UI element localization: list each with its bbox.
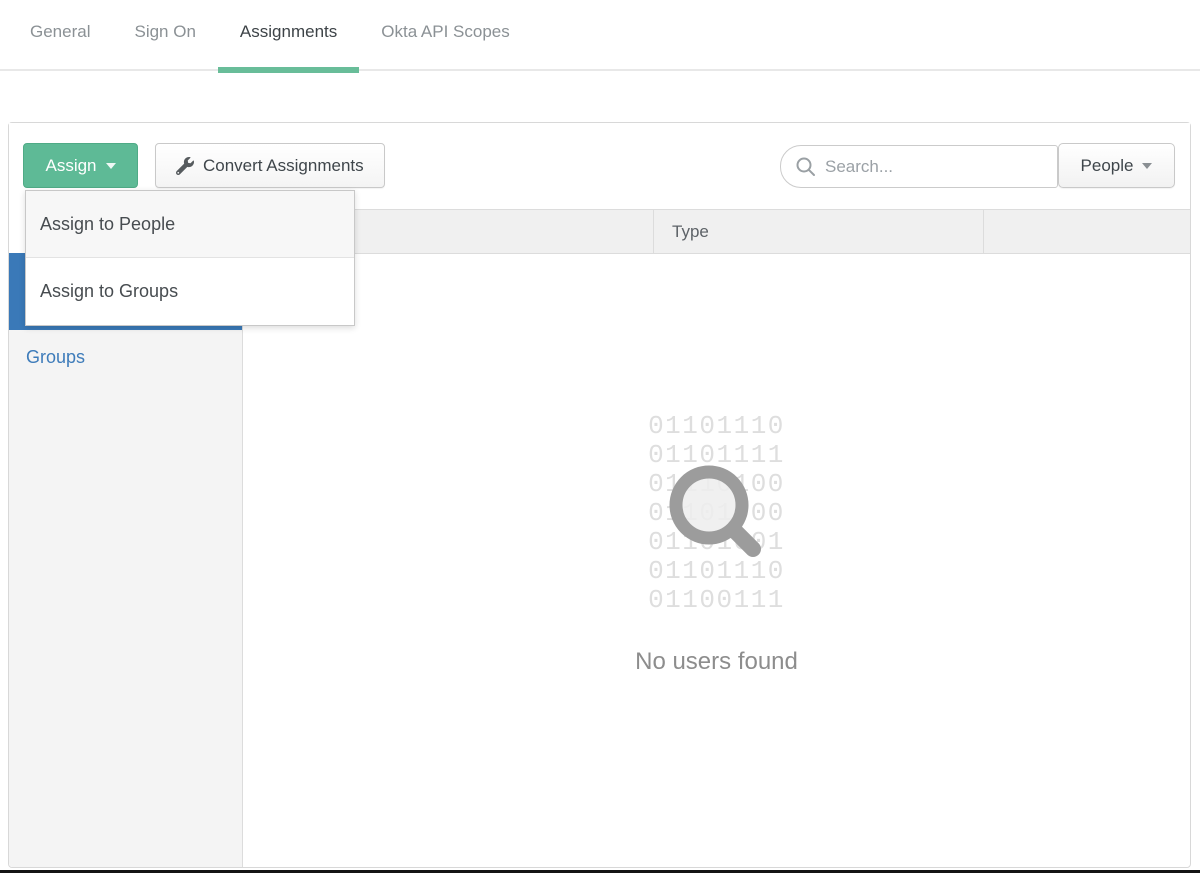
convert-assignments-label: Convert Assignments <box>203 156 364 176</box>
assign-button-label: Assign <box>45 156 96 176</box>
tab-okta-api-scopes[interactable]: Okta API Scopes <box>359 0 532 69</box>
tab-sign-on[interactable]: Sign On <box>112 0 217 69</box>
table-header-row: Type <box>243 210 1190 254</box>
assign-button[interactable]: Assign <box>23 143 138 188</box>
magnifier-icon <box>649 445 769 565</box>
menu-item-assign-to-groups[interactable]: Assign to Groups <box>26 258 354 325</box>
assignments-table: Type 01101110 01101111 01110100 01101000… <box>243 209 1190 867</box>
tab-general[interactable]: General <box>8 0 112 69</box>
filter-dropdown-value: People <box>1081 156 1134 176</box>
search-box <box>780 145 1058 188</box>
sidebar-list: People Groups <box>9 253 242 867</box>
tab-bar: General Sign On Assignments Okta API Sco… <box>0 0 1200 71</box>
binary-line: 01101110 <box>648 412 785 441</box>
chevron-down-icon <box>106 163 116 169</box>
empty-state-message: No users found <box>635 648 798 676</box>
binary-line: 01100111 <box>648 586 785 615</box>
sidebar-item-groups[interactable]: Groups <box>9 330 242 385</box>
column-header-type: Type <box>654 210 984 253</box>
wrench-icon <box>176 157 194 175</box>
column-header-actions <box>984 210 1190 253</box>
chevron-down-icon <box>1142 163 1152 169</box>
assign-dropdown-menu: Assign to People Assign to Groups <box>25 190 355 326</box>
menu-item-assign-to-people[interactable]: Assign to People <box>26 191 354 258</box>
window-bottom-edge <box>0 870 1200 873</box>
search-input[interactable] <box>780 145 1058 188</box>
empty-state: 01101110 01101111 01110100 01101000 0110… <box>243 254 1190 867</box>
convert-assignments-button[interactable]: Convert Assignments <box>155 143 385 188</box>
filter-dropdown-button[interactable]: People <box>1058 143 1175 188</box>
tab-assignments[interactable]: Assignments <box>218 0 359 69</box>
